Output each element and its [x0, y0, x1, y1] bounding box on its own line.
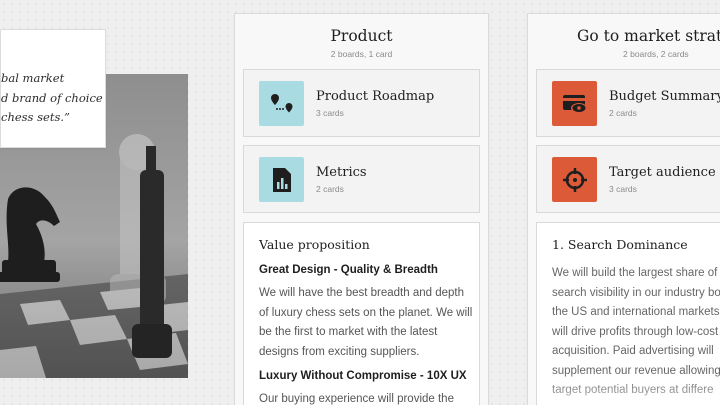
card-heading: Value proposition — [259, 237, 370, 252]
quote-line: d brand of choice — [1, 90, 103, 105]
column-subtitle: 2 boards, 1 card — [330, 49, 393, 59]
card-paragraph: We will have the best breadth and depth … — [259, 287, 473, 358]
column-go-to-market: Go to market strateg 2 boards, 2 cards B… — [527, 13, 720, 405]
column-subtitle: 2 boards, 2 cards — [623, 49, 689, 59]
column-product: Product 2 boards, 1 card Product Roadmap… — [234, 13, 489, 405]
board-title: Target audience — [609, 165, 716, 180]
column-title[interactable]: Product — [235, 26, 488, 46]
board-count: 3 cards — [609, 184, 637, 194]
quote-line: bal market — [1, 71, 65, 85]
column-title[interactable]: Go to market strateg — [577, 26, 720, 46]
card-value-proposition[interactable]: Value proposition Great Design - Quality… — [243, 222, 480, 405]
target-crosshair-icon — [552, 157, 597, 202]
quote-card: bal market d brand of choice chess sets.… — [0, 29, 106, 148]
budget-card-eye-icon — [552, 81, 597, 126]
board-count: 3 cards — [316, 108, 344, 118]
board-card-target-audience[interactable]: Target audience 3 cards — [536, 145, 720, 213]
card-paragraph: We will build the largest share of o sea… — [552, 267, 720, 396]
card-subheading: Luxury Without Compromise - 10X UX — [259, 370, 467, 382]
board-count: 2 cards — [609, 108, 637, 118]
board-card-metrics[interactable]: Metrics 2 cards — [243, 145, 480, 213]
board-title: Metrics — [316, 165, 367, 180]
card-paragraph: Our buying experience will provide the — [259, 393, 454, 405]
card-subheading: Great Design - Quality & Breadth — [259, 264, 438, 276]
roadmap-pins-icon — [259, 81, 304, 126]
board-card-budget-summary[interactable]: Budget Summary 2 cards — [536, 69, 720, 137]
card-search-dominance[interactable]: 1. Search Dominance We will build the la… — [536, 222, 720, 405]
metrics-chart-icon — [259, 157, 304, 202]
board-title: Budget Summary — [609, 89, 720, 104]
board-card-product-roadmap[interactable]: Product Roadmap 3 cards — [243, 69, 480, 137]
card-heading: 1. Search Dominance — [552, 237, 688, 252]
board-count: 2 cards — [316, 184, 344, 194]
quote-line: chess sets.” — [1, 110, 70, 124]
board-title: Product Roadmap — [316, 89, 435, 104]
